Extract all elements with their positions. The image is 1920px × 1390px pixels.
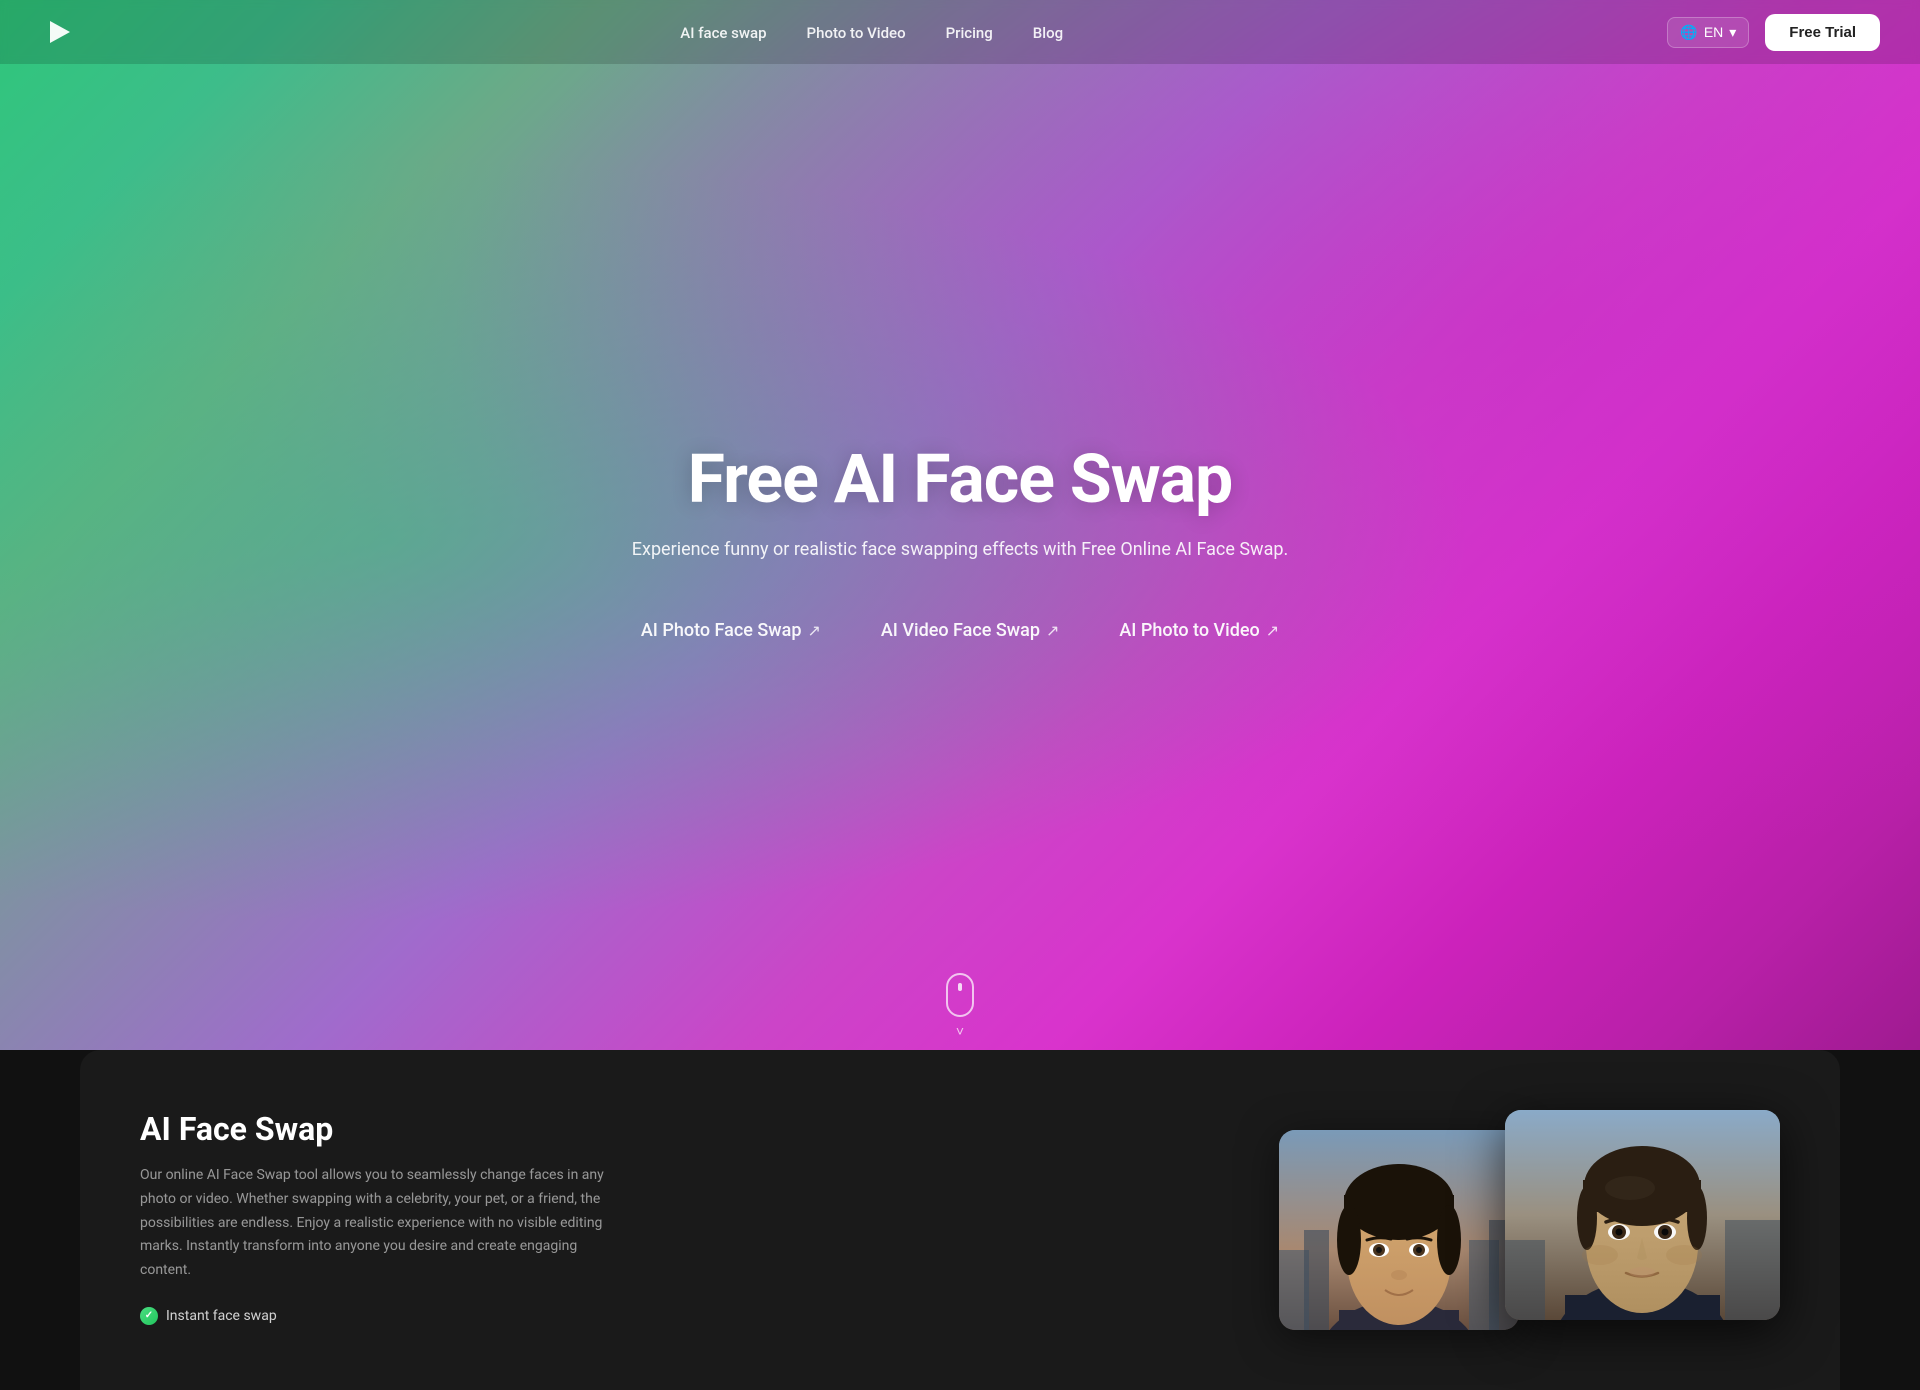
nav-pricing[interactable]: Pricing <box>946 24 993 42</box>
nav-right: 🌐 EN ▾ Free Trial <box>1667 14 1880 51</box>
navbar: AI face swap Photo to Video Pricing Blog… <box>0 0 1920 64</box>
portrait-svg-1 <box>1279 1130 1519 1330</box>
content-layout: AI Face Swap Our online AI Face Swap too… <box>140 1110 1780 1330</box>
chevron-down-icon: ▾ <box>1729 24 1736 41</box>
hero-subtitle: Experience funny or realistic face swapp… <box>632 539 1288 560</box>
face-cards-container <box>680 1110 1780 1330</box>
section-title: AI Face Swap <box>140 1110 640 1148</box>
hero-link-photo-label: AI Photo Face Swap <box>641 620 802 641</box>
portrait-before <box>1279 1130 1519 1330</box>
scroll-indicator: ˅ <box>946 973 974 1040</box>
hero-title: Free AI Face Swap <box>632 439 1288 519</box>
hero-link-p2v-label: AI Photo to Video <box>1119 620 1259 641</box>
hero-link-video-label: AI Video Face Swap <box>881 620 1040 641</box>
logo[interactable] <box>40 14 76 50</box>
nav-photo-to-video[interactable]: Photo to Video <box>807 24 906 42</box>
hero-links: AI Photo Face Swap ↗ AI Video Face Swap … <box>632 620 1288 641</box>
nav-links: AI face swap Photo to Video Pricing Blog <box>680 23 1063 42</box>
nav-blog[interactable]: Blog <box>1033 24 1063 42</box>
free-trial-button[interactable]: Free Trial <box>1765 14 1880 51</box>
globe-icon: 🌐 <box>1680 24 1697 41</box>
arrow-icon-p2v: ↗ <box>1266 621 1279 640</box>
scroll-mouse <box>946 973 974 1017</box>
face-card-after <box>1505 1110 1780 1320</box>
content-section: AI Face Swap Our online AI Face Swap too… <box>80 1050 1840 1390</box>
lang-code: EN <box>1704 24 1723 40</box>
hero-link-photo-face-swap[interactable]: AI Photo Face Swap ↗ <box>641 620 821 641</box>
hero-link-photo-to-video[interactable]: AI Photo to Video ↗ <box>1119 620 1279 641</box>
feature-label: Instant face swap <box>166 1308 277 1324</box>
language-button[interactable]: 🌐 EN ▾ <box>1667 17 1749 48</box>
scroll-chevron-icon: ˅ <box>956 1023 964 1040</box>
hero-section: Free AI Face Swap Experience funny or re… <box>0 0 1920 1080</box>
face-card-before <box>1279 1130 1519 1330</box>
content-left: AI Face Swap Our online AI Face Swap too… <box>140 1110 640 1325</box>
check-icon <box>140 1307 158 1325</box>
hero-content: Free AI Face Swap Experience funny or re… <box>612 439 1308 641</box>
section-description: Our online AI Face Swap tool allows you … <box>140 1164 620 1283</box>
nav-ai-face-swap[interactable]: AI face swap <box>680 24 766 42</box>
portrait-after <box>1505 1110 1780 1320</box>
feature-instant-swap: Instant face swap <box>140 1307 640 1325</box>
portrait-svg-2 <box>1505 1110 1780 1320</box>
logo-icon <box>40 14 76 50</box>
hero-link-video-face-swap[interactable]: AI Video Face Swap ↗ <box>881 620 1060 641</box>
arrow-icon-photo: ↗ <box>807 621 820 640</box>
scroll-dot <box>958 983 962 991</box>
arrow-icon-video: ↗ <box>1046 621 1059 640</box>
